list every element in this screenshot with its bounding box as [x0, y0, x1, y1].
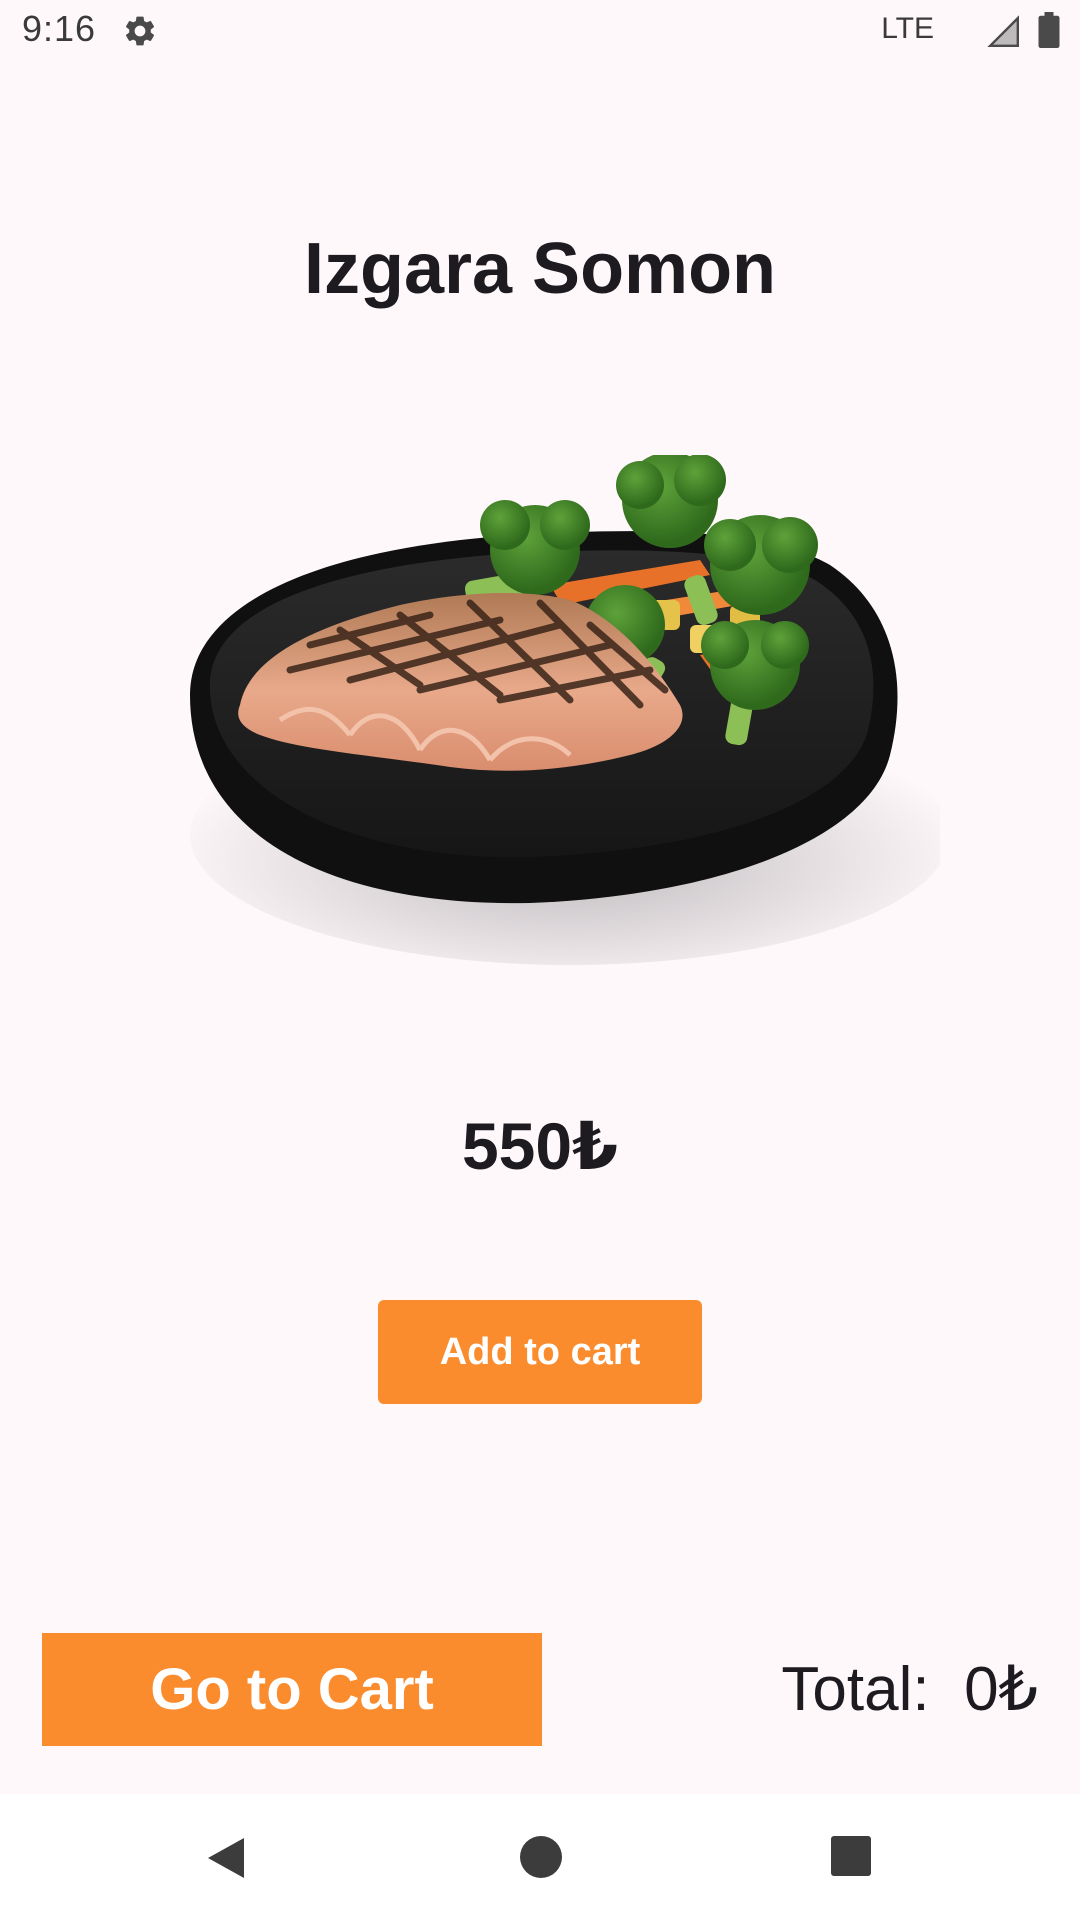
signal-icon [987, 15, 1019, 47]
back-triangle-icon[interactable] [204, 1836, 248, 1880]
status-bar: 9:16 LTE [0, 0, 1080, 64]
screen: 9:16 LTE Izgara Somon 550₺ Add to cart G… [0, 0, 1080, 1920]
product-title: Izgara Somon [303, 229, 777, 309]
total-value: 0₺ [964, 1655, 1038, 1724]
gear-icon [125, 16, 155, 46]
recents-square-icon[interactable] [831, 1836, 871, 1876]
food-image [190, 455, 940, 965]
product-price: 550₺ [461, 1109, 619, 1183]
home-circle-icon[interactable] [520, 1836, 562, 1878]
status-time: 9:16 [22, 8, 97, 49]
go-to-cart-button[interactable]: Go to Cart [42, 1633, 542, 1746]
network-type: LTE [881, 12, 934, 45]
navigation-bar [0, 1794, 1080, 1920]
total-label: Total: [781, 1655, 930, 1724]
cart-total: Total: 0₺ [781, 1652, 1038, 1725]
battery-icon [1038, 12, 1060, 48]
add-to-cart-button[interactable]: Add to cart [378, 1300, 702, 1404]
